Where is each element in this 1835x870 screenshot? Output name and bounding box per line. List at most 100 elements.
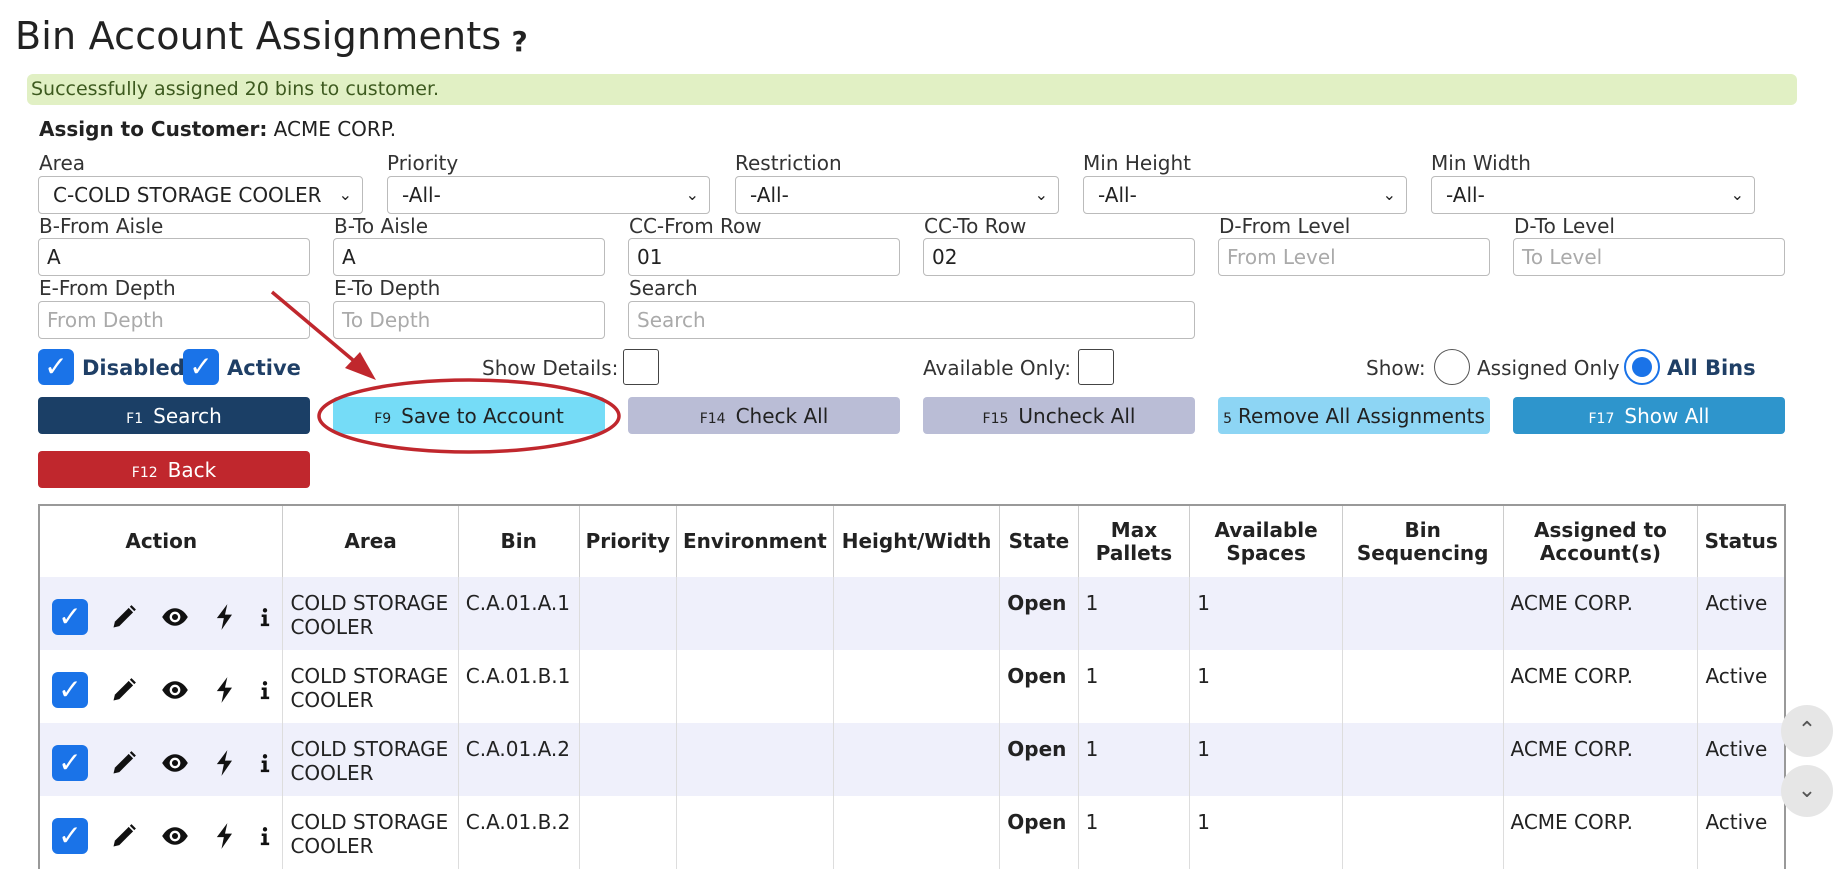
info-icon[interactable] (255, 676, 275, 704)
row-select-checkbox[interactable]: ✓ (52, 818, 88, 854)
table-header-row: Action Area Bin Priority Environment Hei… (38, 505, 1785, 577)
search-input[interactable]: Search (628, 301, 1195, 339)
scroll-up-button[interactable]: ⌃ (1781, 705, 1833, 757)
pencil-icon[interactable] (110, 676, 138, 704)
chevron-down-icon: ⌄ (685, 185, 699, 204)
show-label: Show: (1366, 356, 1426, 380)
show-details-label: Show Details: (482, 356, 619, 380)
help-icon[interactable]: ? (511, 25, 527, 58)
header-priority[interactable]: Priority (578, 505, 677, 577)
lightning-icon[interactable] (211, 822, 239, 850)
cell-assigned: ACME CORP. (1502, 796, 1698, 869)
cell-bin-sequencing (1341, 796, 1503, 869)
cell-area: COLD STORAGE COOLER (282, 650, 459, 723)
info-icon[interactable] (255, 603, 275, 631)
row-select-checkbox[interactable]: ✓ (52, 599, 88, 635)
info-icon[interactable] (255, 749, 275, 777)
pencil-icon[interactable] (110, 822, 138, 850)
restriction-select[interactable]: -All- ⌄ (735, 176, 1059, 214)
header-environment[interactable]: Environment (676, 505, 834, 577)
eye-icon[interactable] (161, 822, 189, 850)
header-action[interactable]: Action (38, 505, 283, 577)
area-select[interactable]: C-COLD STORAGE COOLER ⌄ (38, 176, 363, 214)
eye-icon[interactable] (161, 676, 189, 704)
cell-state: Open (999, 796, 1079, 869)
to-row-input[interactable]: 02 (923, 238, 1195, 276)
table-row: ✓ COLD STORAGE COOLER C.A.01.A.2 Open 1 1… (38, 723, 1785, 796)
to-depth-input[interactable]: To Depth (333, 301, 605, 339)
search-label: Search (629, 276, 698, 300)
cell-priority (578, 723, 677, 796)
active-checkbox[interactable]: ✓ (183, 349, 219, 385)
priority-select[interactable]: -All- ⌄ (387, 176, 710, 214)
lightning-icon[interactable] (211, 603, 239, 631)
to-aisle-input[interactable]: A (333, 238, 605, 276)
min-width-label: Min Width (1431, 151, 1531, 175)
assigned-only-radio[interactable] (1434, 349, 1470, 385)
cell-bin-sequencing (1341, 723, 1503, 796)
header-max-pallets[interactable]: Max Pallets (1077, 505, 1190, 577)
to-level-input[interactable]: To Level (1513, 238, 1785, 276)
info-icon[interactable] (255, 822, 275, 850)
search-button[interactable]: F1 Search (38, 397, 310, 434)
lightning-icon[interactable] (211, 676, 239, 704)
header-area[interactable]: Area (282, 505, 459, 577)
show-all-button[interactable]: F17 Show All (1513, 397, 1785, 434)
save-to-account-button[interactable]: F9 Save to Account (333, 397, 605, 434)
cell-height-width (832, 650, 1000, 723)
header-available-spaces[interactable]: Available Spaces (1189, 505, 1343, 577)
back-button-key: F12 (131, 464, 158, 481)
row-select-checkbox[interactable]: ✓ (52, 745, 88, 781)
check-all-button-label: Check All (735, 403, 829, 428)
scroll-down-button[interactable]: ⌄ (1781, 765, 1833, 817)
row-actions: ✓ (38, 723, 283, 796)
area-select-value: C-COLD STORAGE COOLER (53, 183, 322, 207)
min-height-select[interactable]: -All- ⌄ (1083, 176, 1407, 214)
from-row-input[interactable]: 01 (628, 238, 900, 276)
from-aisle-input[interactable]: A (38, 238, 310, 276)
cell-status: Active (1697, 650, 1785, 723)
active-label[interactable]: Active (227, 356, 301, 380)
lightning-icon[interactable] (211, 749, 239, 777)
cell-state: Open (999, 650, 1079, 723)
eye-icon[interactable] (161, 749, 189, 777)
cell-assigned: ACME CORP. (1502, 650, 1698, 723)
header-bin-sequencing[interactable]: Bin Sequencing (1341, 505, 1503, 577)
check-all-button[interactable]: F14 Check All (628, 397, 900, 434)
cell-bin: C.A.01.B.1 (457, 650, 580, 723)
cell-available-spaces: 1 (1189, 796, 1343, 869)
disabled-checkbox[interactable]: ✓ (38, 349, 74, 385)
disabled-label[interactable]: Disabled (82, 356, 185, 380)
table-row: ✓ COLD STORAGE COOLER C.A.01.A.1 Open 1 1… (38, 577, 1785, 650)
back-button-label: Back (167, 457, 217, 482)
show-details-checkbox[interactable] (623, 349, 659, 385)
cell-bin-sequencing (1341, 577, 1503, 650)
pencil-icon[interactable] (110, 749, 138, 777)
remove-all-button-key: 5 (1223, 410, 1233, 427)
header-state[interactable]: State (999, 505, 1079, 577)
from-depth-input[interactable]: From Depth (38, 301, 310, 339)
cell-priority (578, 577, 677, 650)
back-button[interactable]: F12 Back (38, 451, 310, 488)
min-width-select[interactable]: -All- ⌄ (1431, 176, 1755, 214)
header-bin[interactable]: Bin (457, 505, 580, 577)
header-assigned-accounts[interactable]: Assigned to Account(s) (1502, 505, 1698, 577)
available-only-checkbox[interactable] (1078, 349, 1114, 385)
show-all-button-key: F17 (1588, 410, 1615, 427)
all-bins-label[interactable]: All Bins (1667, 356, 1756, 380)
remove-all-assignments-button[interactable]: 5 Remove All Assignments (1218, 397, 1490, 434)
cell-priority (578, 650, 677, 723)
from-level-input[interactable]: From Level (1218, 238, 1490, 276)
assigned-only-label[interactable]: Assigned Only (1477, 356, 1620, 380)
header-assigned-line1: Assigned to (1534, 517, 1667, 542)
header-bin-sequencing-line2: Sequencing (1356, 540, 1489, 565)
header-status[interactable]: Status (1697, 505, 1785, 577)
header-height-width[interactable]: Height/Width (832, 505, 1000, 577)
eye-icon[interactable] (161, 603, 189, 631)
pencil-icon[interactable] (110, 603, 138, 631)
row-select-checkbox[interactable]: ✓ (52, 672, 88, 708)
row-actions: ✓ (38, 650, 283, 723)
page-title-text: Bin Account Assignments (15, 14, 502, 58)
all-bins-radio[interactable] (1624, 349, 1660, 385)
uncheck-all-button[interactable]: F15 Uncheck All (923, 397, 1195, 434)
